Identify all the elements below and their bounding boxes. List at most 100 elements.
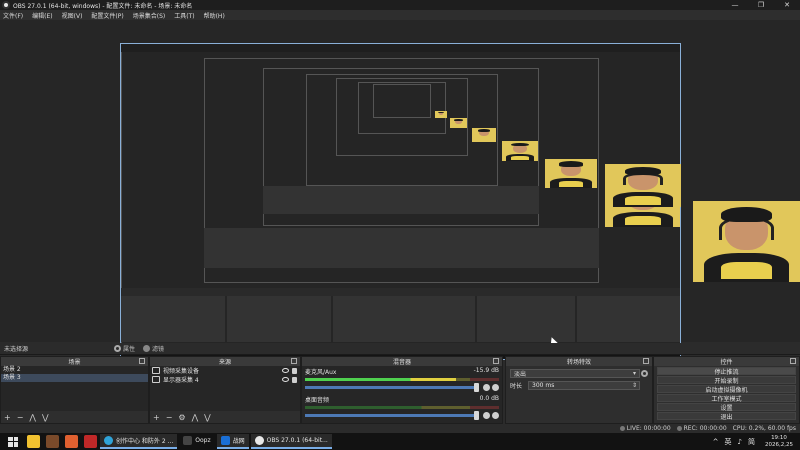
transition-select[interactable]: 淡出 [510, 369, 640, 378]
duration-spinbox[interactable]: 300 ms [528, 381, 640, 390]
live-status: LIVE: 00:00:00 [619, 425, 671, 432]
stop-streaming-button[interactable]: 停止推流 [657, 367, 796, 376]
taskbar-task-oopz[interactable]: Oopz [179, 434, 214, 449]
mixer-title: 混音器 [392, 359, 411, 366]
transition-gear-icon[interactable] [641, 370, 648, 377]
visibility-eye-icon[interactable] [282, 377, 289, 382]
move-down-icon[interactable]: ⋁ [204, 413, 211, 422]
menu-view[interactable]: 视图(V) [62, 11, 83, 20]
title-bar: OBS 27.0.1 (64-bit, windows) - 配置文件: 未命名… [0, 0, 800, 10]
scenes-title: 场景 [68, 359, 81, 366]
preview-area[interactable] [0, 20, 800, 360]
oopz-icon [183, 436, 193, 445]
source-settings-gear-icon[interactable]: ⚙ [178, 413, 185, 422]
nested-window-7 [373, 84, 431, 118]
speaker-icon[interactable] [483, 412, 490, 419]
channel-db: -15.9 dB [473, 367, 499, 374]
menu-help[interactable]: 帮助(H) [204, 11, 225, 20]
gear-icon[interactable] [492, 412, 499, 419]
visibility-eye-icon[interactable] [282, 368, 289, 373]
preview-canvas[interactable] [120, 43, 681, 360]
pinned-app-icon[interactable] [84, 435, 97, 448]
move-up-icon[interactable]: ⋀ [192, 413, 199, 422]
tray-overflow-icon[interactable]: ^ [713, 438, 719, 446]
add-scene-icon[interactable]: + [4, 413, 11, 422]
nested-mixer-dock [333, 296, 475, 342]
scenes-list[interactable]: 场景 2 场景 3 [1, 366, 148, 411]
webcam-thumb-6 [435, 111, 447, 118]
duration-label: 时长 [510, 383, 523, 390]
channel-name: 麦克风/Aux [305, 369, 337, 376]
volume-icon[interactable]: ♪ [738, 438, 742, 446]
nested-scenes-dock [121, 296, 225, 342]
undock-icon[interactable] [643, 358, 649, 364]
nested-scene-strip [121, 288, 680, 296]
remove-scene-icon[interactable]: − [17, 413, 24, 422]
slider-handle[interactable] [474, 383, 479, 392]
sources-dock: 来源 视频采集设备 显示器采集 4 + − ⚙ ⋀ ⋁ [149, 356, 301, 424]
ime-english-icon[interactable]: 英 [725, 437, 732, 447]
start-recording-button[interactable]: 开始录制 [657, 376, 796, 385]
undock-icon[interactable] [790, 358, 796, 364]
source-label: 视频采集设备 [163, 368, 200, 375]
remove-source-icon[interactable]: − [166, 413, 173, 422]
nested-window-2-docks [204, 228, 599, 268]
move-up-icon[interactable]: ⋀ [29, 413, 36, 422]
channel-name: 桌面音频 [305, 397, 330, 404]
filters-button[interactable]: 滤镜 [143, 344, 164, 353]
source-item[interactable]: 视频采集设备 [150, 366, 300, 375]
taskbar-task-obs[interactable]: OBS 27.0.1 (64-bit... [250, 434, 332, 449]
scene-item-selected[interactable]: 场景 3 [1, 374, 148, 382]
sources-toolbar: + − ⚙ ⋀ ⋁ [150, 411, 300, 423]
lock-icon[interactable] [292, 367, 297, 374]
pinned-app-icon[interactable] [65, 435, 78, 448]
system-tray: ^ 英 ♪ 简 19:10 2026,2,25 [710, 433, 800, 450]
close-button[interactable]: ✕ [774, 0, 800, 10]
scene-item[interactable]: 场景 2 [1, 366, 148, 374]
lock-icon[interactable] [292, 376, 297, 383]
taskbar-task-browser[interactable]: 创作中心 和防外 2 ... [100, 434, 178, 449]
transitions-dock: 转场特效 淡出 时长 300 ms [505, 356, 653, 424]
rec-dot-icon [676, 426, 682, 431]
meter-level [305, 378, 457, 381]
move-down-icon[interactable]: ⋁ [42, 413, 49, 422]
menu-tools[interactable]: 工具(T) [174, 11, 194, 20]
start-virtual-camera-button[interactable]: 启动虚拟摄像机 [657, 385, 796, 394]
source-item[interactable]: 显示器采集 4 [150, 375, 300, 384]
menu-file[interactable]: 文件(F) [3, 11, 23, 20]
speaker-icon[interactable] [483, 384, 490, 391]
pinned-app-icon[interactable] [27, 435, 40, 448]
pinned-app-icon[interactable] [46, 435, 59, 448]
undock-icon[interactable] [291, 358, 297, 364]
undock-icon[interactable] [493, 358, 499, 364]
slider-handle[interactable] [474, 411, 479, 420]
taskbar-task-battlenet[interactable]: 战网 [216, 434, 249, 449]
minimize-button[interactable]: — [722, 0, 748, 10]
volume-slider[interactable] [305, 411, 479, 420]
sources-list[interactable]: 视频采集设备 显示器采集 4 [150, 366, 300, 411]
undock-icon[interactable] [139, 358, 145, 364]
studio-mode-button[interactable]: 工作室模式 [657, 394, 796, 403]
gear-icon[interactable] [492, 384, 499, 391]
windows-start-icon[interactable] [8, 436, 18, 447]
sources-title: 来源 [218, 359, 231, 366]
menu-edit[interactable]: 编辑(E) [32, 11, 52, 20]
scenes-dock-header: 场景 [1, 357, 148, 366]
webcam-thumb-4 [472, 128, 496, 142]
menu-scene-collection[interactable]: 场景集合(S) [133, 11, 166, 20]
webcam-thumb-3 [502, 141, 538, 161]
properties-button[interactable]: 属性 [114, 344, 135, 353]
add-source-icon[interactable]: + [153, 413, 160, 422]
mixer-channel: 麦克风/Aux -15.9 dB [302, 366, 502, 394]
windows-taskbar: 创作中心 和防外 2 ... Oopz 战网 OBS 27.0.1 (64-bi… [0, 433, 800, 450]
maximize-button[interactable]: ❐ [748, 0, 774, 10]
clock[interactable]: 19:10 2026,2,25 [762, 435, 796, 449]
transitions-title: 转场特效 [566, 359, 591, 366]
task-label: 创作中心 和防外 2 ... [116, 438, 174, 445]
exit-button[interactable]: 退出 [657, 412, 796, 421]
menu-profile[interactable]: 配置文件(P) [91, 11, 123, 20]
volume-slider[interactable] [305, 383, 479, 392]
ime-simplified-icon[interactable]: 简 [748, 437, 755, 447]
settings-button[interactable]: 设置 [657, 403, 796, 412]
task-label: Oopz [195, 437, 211, 444]
